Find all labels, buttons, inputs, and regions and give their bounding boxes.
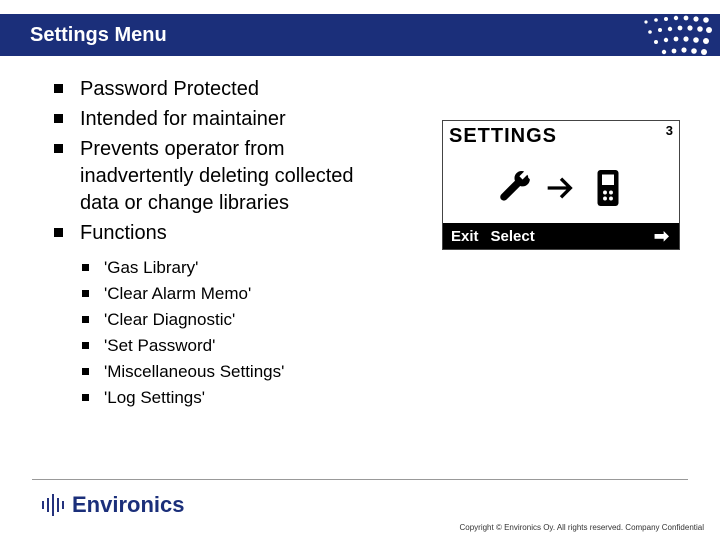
device-select-label: Select (491, 228, 535, 245)
device-number: 3 (666, 123, 673, 138)
title-bar: Settings Menu (0, 14, 720, 56)
sub-bullet-item: 'Gas Library' (78, 257, 668, 280)
logo-text: Environics (72, 492, 184, 518)
bullet-text: Functions (80, 222, 167, 244)
slide-title: Settings Menu (0, 24, 167, 47)
sub-bullet-item: 'Clear Alarm Memo' (78, 283, 668, 306)
sub-bullet-item: 'Set Password' (78, 335, 668, 358)
footer-divider (32, 479, 688, 480)
bullet-item: Password Protected (48, 76, 668, 103)
bullet-item: Prevents operator from inadvertently del… (48, 136, 378, 217)
bullet-text: Password Protected (80, 78, 259, 100)
sub-bullet-item: 'Clear Diagnostic' (78, 309, 668, 332)
sub-bullet-list: 'Gas Library' 'Clear Alarm Memo' 'Clear … (78, 257, 668, 410)
arrow-right-icon (545, 174, 577, 202)
wrench-icon (495, 169, 533, 207)
device-heading: SETTINGS (449, 125, 557, 148)
sub-bullet-text: 'Clear Alarm Memo' (104, 284, 251, 303)
bullet-text: Intended for maintainer (80, 108, 286, 130)
copyright-text: Copyright © Environics Oy. All rights re… (459, 523, 704, 532)
sub-bullet-item: 'Log Settings' (78, 387, 668, 410)
device-exit-label: Exit (443, 228, 479, 245)
corner-dot-graphic (634, 4, 714, 62)
sub-bullet-text: 'Set Password' (104, 336, 215, 355)
sub-bullet-text: 'Clear Diagnostic' (104, 310, 235, 329)
device-graphic-icon (589, 167, 627, 209)
sub-bullet-text: 'Miscellaneous Settings' (104, 362, 284, 381)
device-screenshot: SETTINGS 3 Exit Select ➡ (442, 120, 680, 250)
sub-bullet-text: 'Gas Library' (104, 258, 198, 277)
device-arrow-icon: ➡ (654, 226, 669, 247)
environics-logo: Environics (42, 492, 184, 518)
bullet-text: Prevents operator from inadvertently del… (80, 138, 354, 214)
sub-bullet-item: 'Miscellaneous Settings' (78, 361, 668, 384)
logo-bars-icon (42, 494, 64, 516)
device-button-bar: Exit Select ➡ (443, 223, 679, 249)
sub-bullet-text: 'Log Settings' (104, 388, 205, 407)
device-icon-row (443, 167, 679, 209)
